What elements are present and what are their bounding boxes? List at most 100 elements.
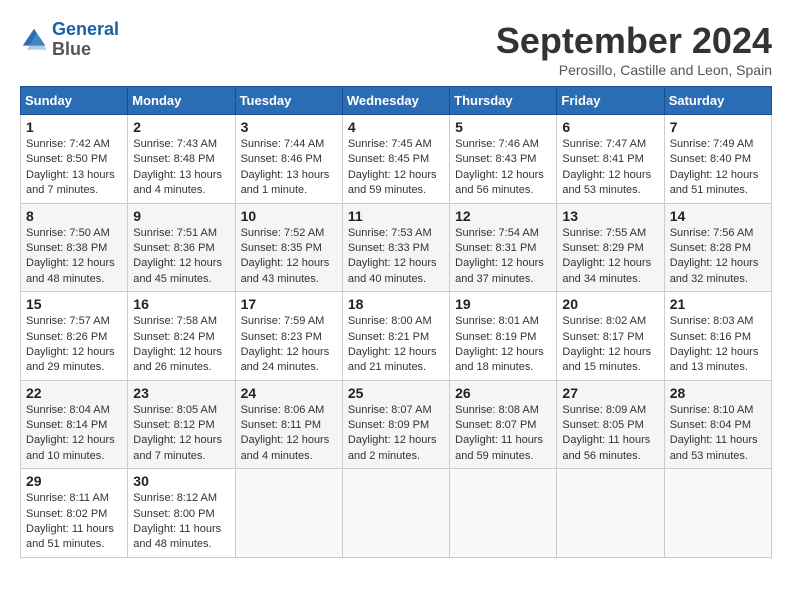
sunset-label: Sunset: 8:09 PM xyxy=(348,419,429,431)
calendar-cell: 26 Sunrise: 8:08 AM Sunset: 8:07 PM Dayl… xyxy=(450,380,557,469)
sunset-label: Sunset: 8:40 PM xyxy=(670,153,751,165)
day-number: 20 xyxy=(562,296,658,312)
calendar-week-row: 1 Sunrise: 7:42 AM Sunset: 8:50 PM Dayli… xyxy=(21,115,772,204)
daylight-label: Daylight: 12 hours and 26 minutes. xyxy=(133,346,222,373)
day-number: 11 xyxy=(348,208,444,224)
sunrise-label: Sunrise: 7:54 AM xyxy=(455,227,539,239)
day-number: 16 xyxy=(133,296,229,312)
calendar-cell: 7 Sunrise: 7:49 AM Sunset: 8:40 PM Dayli… xyxy=(664,115,771,204)
daylight-label: Daylight: 11 hours and 48 minutes. xyxy=(133,523,221,550)
sunrise-label: Sunrise: 7:43 AM xyxy=(133,138,217,150)
daylight-label: Daylight: 12 hours and 59 minutes. xyxy=(348,169,437,196)
day-info: Sunrise: 8:00 AM Sunset: 8:21 PM Dayligh… xyxy=(348,314,444,376)
daylight-label: Daylight: 12 hours and 4 minutes. xyxy=(241,434,330,461)
calendar-week-row: 8 Sunrise: 7:50 AM Sunset: 8:38 PM Dayli… xyxy=(21,203,772,292)
day-info: Sunrise: 8:11 AM Sunset: 8:02 PM Dayligh… xyxy=(26,491,122,553)
day-number: 4 xyxy=(348,119,444,135)
day-info: Sunrise: 7:55 AM Sunset: 8:29 PM Dayligh… xyxy=(562,226,658,288)
calendar-week-row: 15 Sunrise: 7:57 AM Sunset: 8:26 PM Dayl… xyxy=(21,292,772,381)
sunrise-label: Sunrise: 7:49 AM xyxy=(670,138,754,150)
daylight-label: Daylight: 13 hours and 4 minutes. xyxy=(133,169,222,196)
day-number: 5 xyxy=(455,119,551,135)
sunrise-label: Sunrise: 8:11 AM xyxy=(26,492,109,504)
sunset-label: Sunset: 8:14 PM xyxy=(26,419,107,431)
calendar-cell: 11 Sunrise: 7:53 AM Sunset: 8:33 PM Dayl… xyxy=(342,203,449,292)
sunset-label: Sunset: 8:07 PM xyxy=(455,419,536,431)
day-number: 6 xyxy=(562,119,658,135)
sunset-label: Sunset: 8:11 PM xyxy=(241,419,322,431)
sunset-label: Sunset: 8:48 PM xyxy=(133,153,214,165)
daylight-label: Daylight: 12 hours and 2 minutes. xyxy=(348,434,437,461)
day-number: 13 xyxy=(562,208,658,224)
day-number: 26 xyxy=(455,385,551,401)
day-number: 24 xyxy=(241,385,337,401)
sunrise-label: Sunrise: 7:59 AM xyxy=(241,315,325,327)
day-info: Sunrise: 7:42 AM Sunset: 8:50 PM Dayligh… xyxy=(26,137,122,199)
day-info: Sunrise: 8:05 AM Sunset: 8:12 PM Dayligh… xyxy=(133,403,229,465)
sunset-label: Sunset: 8:19 PM xyxy=(455,331,536,343)
day-info: Sunrise: 7:59 AM Sunset: 8:23 PM Dayligh… xyxy=(241,314,337,376)
daylight-label: Daylight: 12 hours and 48 minutes. xyxy=(26,257,115,284)
calendar-cell: 24 Sunrise: 8:06 AM Sunset: 8:11 PM Dayl… xyxy=(235,380,342,469)
sunset-label: Sunset: 8:00 PM xyxy=(133,508,214,520)
daylight-label: Daylight: 11 hours and 51 minutes. xyxy=(26,523,114,550)
day-info: Sunrise: 8:12 AM Sunset: 8:00 PM Dayligh… xyxy=(133,491,229,553)
sunrise-label: Sunrise: 8:10 AM xyxy=(670,404,754,416)
sunset-label: Sunset: 8:29 PM xyxy=(562,242,643,254)
sunrise-label: Sunrise: 8:02 AM xyxy=(562,315,646,327)
logo-text: General Blue xyxy=(52,20,119,60)
day-number: 28 xyxy=(670,385,766,401)
sunset-label: Sunset: 8:33 PM xyxy=(348,242,429,254)
daylight-label: Daylight: 12 hours and 24 minutes. xyxy=(241,346,330,373)
calendar-cell: 14 Sunrise: 7:56 AM Sunset: 8:28 PM Dayl… xyxy=(664,203,771,292)
day-number: 8 xyxy=(26,208,122,224)
sunrise-label: Sunrise: 8:06 AM xyxy=(241,404,325,416)
sunrise-label: Sunrise: 7:57 AM xyxy=(26,315,110,327)
day-info: Sunrise: 7:45 AM Sunset: 8:45 PM Dayligh… xyxy=(348,137,444,199)
calendar-cell: 3 Sunrise: 7:44 AM Sunset: 8:46 PM Dayli… xyxy=(235,115,342,204)
day-number: 9 xyxy=(133,208,229,224)
sunrise-label: Sunrise: 7:56 AM xyxy=(670,227,754,239)
weekday-header-tuesday: Tuesday xyxy=(235,87,342,115)
sunrise-label: Sunrise: 8:03 AM xyxy=(670,315,754,327)
day-info: Sunrise: 7:50 AM Sunset: 8:38 PM Dayligh… xyxy=(26,226,122,288)
daylight-label: Daylight: 12 hours and 15 minutes. xyxy=(562,346,651,373)
sunrise-label: Sunrise: 8:01 AM xyxy=(455,315,539,327)
day-number: 22 xyxy=(26,385,122,401)
sunset-label: Sunset: 8:17 PM xyxy=(562,331,643,343)
sunrise-label: Sunrise: 8:04 AM xyxy=(26,404,110,416)
sunrise-label: Sunrise: 7:55 AM xyxy=(562,227,646,239)
day-info: Sunrise: 7:46 AM Sunset: 8:43 PM Dayligh… xyxy=(455,137,551,199)
daylight-label: Daylight: 12 hours and 29 minutes. xyxy=(26,346,115,373)
calendar-cell: 19 Sunrise: 8:01 AM Sunset: 8:19 PM Dayl… xyxy=(450,292,557,381)
sunrise-label: Sunrise: 7:42 AM xyxy=(26,138,110,150)
day-info: Sunrise: 7:49 AM Sunset: 8:40 PM Dayligh… xyxy=(670,137,766,199)
sunset-label: Sunset: 8:35 PM xyxy=(241,242,322,254)
day-number: 30 xyxy=(133,473,229,489)
weekday-header-sunday: Sunday xyxy=(21,87,128,115)
sunrise-label: Sunrise: 8:12 AM xyxy=(133,492,217,504)
calendar-table: SundayMondayTuesdayWednesdayThursdayFrid… xyxy=(20,86,772,558)
weekday-header-friday: Friday xyxy=(557,87,664,115)
sunrise-label: Sunrise: 8:05 AM xyxy=(133,404,217,416)
daylight-label: Daylight: 12 hours and 34 minutes. xyxy=(562,257,651,284)
sunrise-label: Sunrise: 7:51 AM xyxy=(133,227,217,239)
sunrise-label: Sunrise: 7:45 AM xyxy=(348,138,432,150)
sunset-label: Sunset: 8:12 PM xyxy=(133,419,214,431)
calendar-cell: 17 Sunrise: 7:59 AM Sunset: 8:23 PM Dayl… xyxy=(235,292,342,381)
day-number: 14 xyxy=(670,208,766,224)
sunset-label: Sunset: 8:46 PM xyxy=(241,153,322,165)
sunrise-label: Sunrise: 7:58 AM xyxy=(133,315,217,327)
calendar-cell xyxy=(342,469,449,558)
calendar-cell: 9 Sunrise: 7:51 AM Sunset: 8:36 PM Dayli… xyxy=(128,203,235,292)
sunset-label: Sunset: 8:36 PM xyxy=(133,242,214,254)
day-info: Sunrise: 8:10 AM Sunset: 8:04 PM Dayligh… xyxy=(670,403,766,465)
calendar-cell xyxy=(664,469,771,558)
day-info: Sunrise: 8:08 AM Sunset: 8:07 PM Dayligh… xyxy=(455,403,551,465)
day-info: Sunrise: 7:51 AM Sunset: 8:36 PM Dayligh… xyxy=(133,226,229,288)
day-number: 18 xyxy=(348,296,444,312)
day-info: Sunrise: 7:47 AM Sunset: 8:41 PM Dayligh… xyxy=(562,137,658,199)
calendar-cell: 28 Sunrise: 8:10 AM Sunset: 8:04 PM Dayl… xyxy=(664,380,771,469)
day-info: Sunrise: 7:58 AM Sunset: 8:24 PM Dayligh… xyxy=(133,314,229,376)
calendar-cell: 30 Sunrise: 8:12 AM Sunset: 8:00 PM Dayl… xyxy=(128,469,235,558)
